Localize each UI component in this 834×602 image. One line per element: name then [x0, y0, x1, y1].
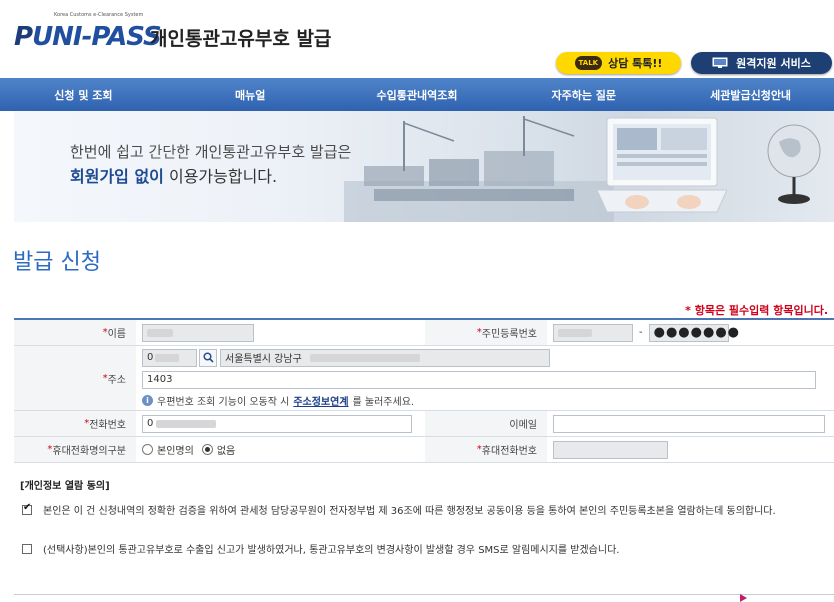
- mobile-label: * 휴대전화번호: [425, 437, 547, 462]
- talk-consult-label: 상담 톡톡!!: [608, 57, 663, 70]
- info-icon: i: [142, 394, 153, 406]
- name-label: * 이름: [14, 320, 136, 345]
- rrn-label: * 주민등록번호: [425, 320, 547, 345]
- form-row-phone: * 전화번호 0 이메일: [14, 411, 834, 437]
- form-row-mobile: * 휴대전화명의구분 본인명의 없음 * 휴대전화번호: [14, 437, 834, 463]
- application-form: * 이름 * 주민등록번호 - ●●●●●●● * 주소 0 서울특별시 강남구 14…: [14, 318, 834, 463]
- main-nav: 신청 및 조회 매뉴얼 수입통관내역조회 자주하는 질문 세관발급신청안내: [0, 78, 834, 111]
- nav-item-import-history[interactable]: 수입통관내역조회: [334, 78, 501, 111]
- address-label: * 주소: [14, 346, 136, 410]
- radio-none[interactable]: [201, 444, 213, 455]
- banner-line1: 한번에 쉽고 간단한 개인통관고유부호 발급은: [70, 143, 352, 161]
- logo-tagline: Korea Customs e-Clearance System: [54, 12, 144, 18]
- consent-checkbox-2[interactable]: [22, 543, 32, 554]
- talk-consult-button[interactable]: TALK 상담 톡톡!!: [556, 52, 681, 74]
- address-link[interactable]: 주소정보연계: [293, 393, 348, 408]
- consent-text-1: 본인은 이 건 신청내역의 정확한 검증을 위하여 관세청 담당공무원이 전자정…: [43, 506, 776, 517]
- nav-item-apply-inquiry[interactable]: 신청 및 조회: [0, 78, 167, 111]
- rrn-separator: -: [639, 327, 643, 338]
- logo-text: PUNI-PASS: [14, 22, 162, 52]
- name-field[interactable]: [142, 323, 254, 342]
- laptop-illustration: [597, 117, 727, 213]
- rrn-back-field[interactable]: ●●●●●●●: [648, 323, 739, 342]
- port-illustration: [344, 116, 614, 222]
- consent-checkbox-1[interactable]: [22, 502, 32, 515]
- radio-own-name[interactable]: [142, 444, 153, 455]
- uni-pass-logo[interactable]: Korea Customs e-Clearance System PUNI-PA…: [14, 12, 162, 56]
- hero-banner: 한번에 쉽고 간단한 개인통관고유부호 발급은 회원가입 없이 이용가능합니다.: [14, 111, 834, 222]
- postal-code-field[interactable]: 0: [142, 348, 197, 367]
- form-row-name: * 이름 * 주민등록번호 - ●●●●●●●: [14, 320, 834, 346]
- remote-support-label: 원격지원 서비스: [736, 57, 811, 70]
- email-label: 이메일: [425, 411, 547, 436]
- consent-title: [개인정보 열람 동의]: [20, 481, 110, 492]
- form-row-address: * 주소 0 서울특별시 강남구 1403 i 우편번호 조회 기능이 오동작 시…: [14, 346, 834, 411]
- globe-illustration: [767, 124, 821, 204]
- phone-label: * 전화번호: [14, 411, 136, 436]
- remote-support-button[interactable]: 원격지원 서비스: [691, 52, 832, 74]
- site-title: 개인통관고유부호 발급: [150, 28, 332, 50]
- talk-icon: TALK: [574, 56, 603, 70]
- phone-field[interactable]: 0: [142, 414, 412, 433]
- header: Korea Customs e-Clearance System PUNI-PA…: [0, 0, 834, 78]
- search-icon: [202, 352, 214, 363]
- nav-item-manual[interactable]: 매뉴얼: [167, 78, 334, 111]
- mobile-field[interactable]: [553, 440, 668, 459]
- divider: [14, 594, 834, 595]
- consent-item-optional: (선택사항)본인의 통관고유부호로 수출입 신고가 발생하였거나, 통관고유부호…: [22, 541, 619, 556]
- monitor-icon: [712, 57, 728, 68]
- required-note: * 항목은 필수입력 항목입니다.: [685, 304, 828, 317]
- address-base-field[interactable]: 서울특별시 강남구: [220, 348, 550, 367]
- nav-item-customs-guide[interactable]: 세관발급신청안내: [667, 78, 834, 111]
- address-note: i 우편번호 조회 기능이 오동작 시 주소정보연계 를 눌러주세요.: [142, 393, 834, 408]
- consent-text-2: (선택사항)본인의 통관고유부호로 수출입 신고가 발생하였거나, 통관고유부호…: [43, 545, 620, 556]
- email-field[interactable]: [553, 414, 825, 433]
- banner-line2: 회원가입 없이 이용가능합니다.: [70, 167, 278, 186]
- nav-item-faq[interactable]: 자주하는 질문: [500, 78, 667, 111]
- postal-search-button[interactable]: [199, 348, 217, 367]
- page-title: 발급 신청: [13, 250, 101, 275]
- mobile-type-label: * 휴대전화명의구분: [14, 437, 136, 462]
- rrn-front-field[interactable]: [553, 323, 633, 342]
- address-detail-field[interactable]: 1403: [142, 370, 816, 389]
- consent-item-required: 본인은 이 건 신청내역의 정확한 검증을 위하여 관세청 담당공무원이 전자정…: [22, 502, 776, 517]
